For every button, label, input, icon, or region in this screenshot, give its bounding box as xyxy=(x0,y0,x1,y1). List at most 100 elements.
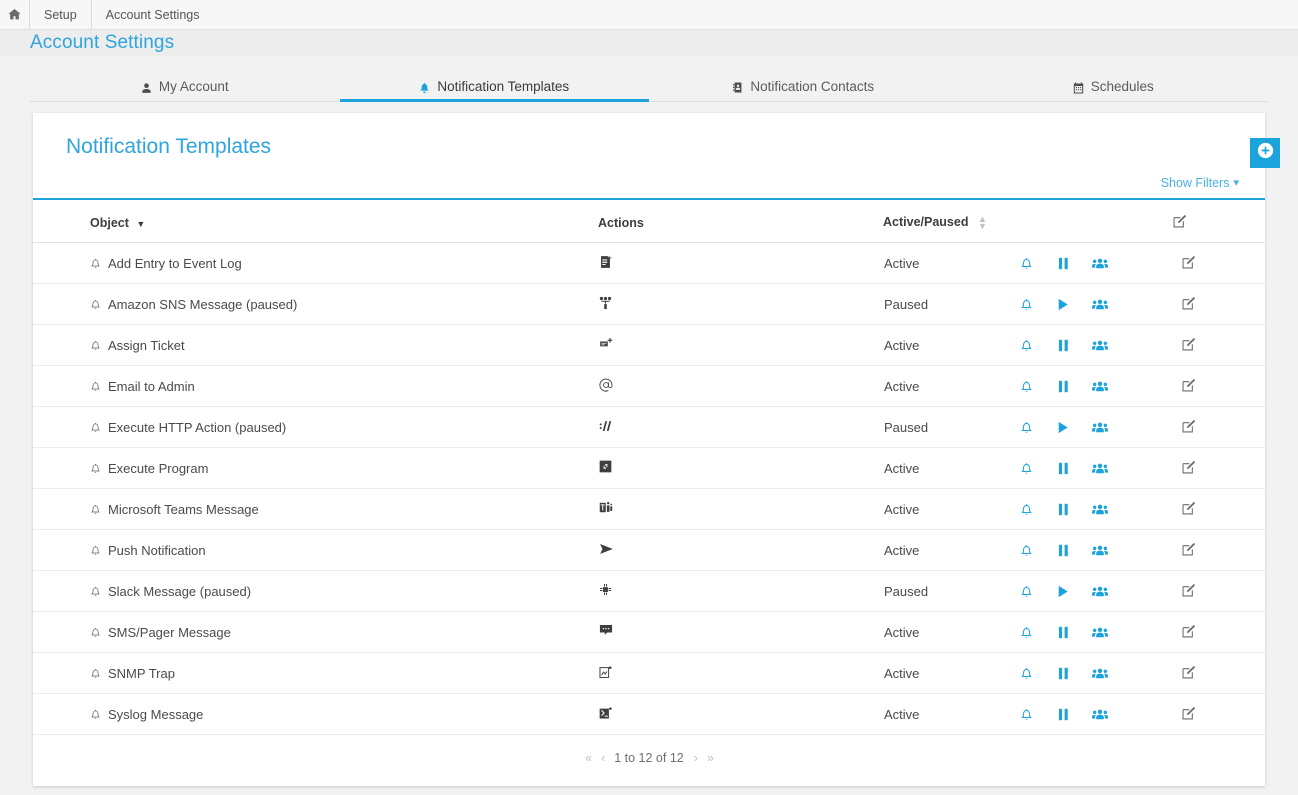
notify-bell-button[interactable] xyxy=(1015,252,1037,274)
recipients-group-button[interactable] xyxy=(1089,252,1111,274)
tab-schedules-label: Schedules xyxy=(1091,79,1154,94)
table-row[interactable]: SMS/Pager MessageActive xyxy=(33,612,1265,653)
pagination-prev-button[interactable]: ‹ xyxy=(601,751,604,765)
cell-edit xyxy=(1173,694,1265,735)
tab-notification-contacts[interactable]: Notification Contacts xyxy=(649,68,959,101)
column-header-object[interactable]: Object ▼ xyxy=(33,200,598,243)
table-row[interactable]: Execute ProgramActive xyxy=(33,448,1265,489)
at-sign-icon[interactable] xyxy=(599,378,613,392)
pagination-last-button[interactable]: » xyxy=(707,751,713,765)
ms-teams-icon[interactable] xyxy=(599,501,613,514)
pause-button[interactable] xyxy=(1052,539,1074,561)
table-row[interactable]: Email to AdminActive xyxy=(33,366,1265,407)
resume-button[interactable] xyxy=(1052,293,1074,315)
recipients-group-button[interactable] xyxy=(1089,334,1111,356)
bell-icon xyxy=(90,421,101,433)
recipients-group-button[interactable] xyxy=(1089,457,1111,479)
column-header-edit xyxy=(1173,200,1265,243)
edit-icon[interactable] xyxy=(1182,337,1196,351)
edit-icon[interactable] xyxy=(1182,706,1196,720)
snmp-trap-icon[interactable] xyxy=(599,665,612,679)
edit-icon[interactable] xyxy=(1182,665,1196,679)
pagination-first-button[interactable]: « xyxy=(585,751,591,765)
table-row[interactable]: Add Entry to Event LogActive xyxy=(33,243,1265,284)
amazon-sns-icon[interactable] xyxy=(599,296,612,310)
edit-icon[interactable] xyxy=(1182,583,1196,597)
pause-button[interactable] xyxy=(1052,662,1074,684)
send-arrow-icon[interactable] xyxy=(599,542,614,556)
edit-icon[interactable] xyxy=(1182,255,1196,269)
recipients-group-button[interactable] xyxy=(1089,703,1111,725)
bell-icon xyxy=(90,626,101,638)
table-row[interactable]: SNMP TrapActive xyxy=(33,653,1265,694)
recipients-group-button[interactable] xyxy=(1089,293,1111,315)
edit-icon[interactable] xyxy=(1182,378,1196,392)
slack-icon[interactable] xyxy=(599,583,612,596)
pause-button[interactable] xyxy=(1052,621,1074,643)
table-row[interactable]: Microsoft Teams MessageActive xyxy=(33,489,1265,530)
notify-bell-button[interactable] xyxy=(1015,334,1037,356)
resume-button[interactable] xyxy=(1052,580,1074,602)
pause-button[interactable] xyxy=(1052,457,1074,479)
column-header-active-paused[interactable]: Active/Paused ▲▼ xyxy=(883,200,1173,243)
recipients-group-button[interactable] xyxy=(1089,580,1111,602)
recipients-group-button[interactable] xyxy=(1089,375,1111,397)
gear-program-icon[interactable] xyxy=(599,460,612,473)
http-icon[interactable] xyxy=(599,419,614,433)
edit-icon[interactable] xyxy=(1182,624,1196,638)
edit-icon[interactable] xyxy=(1173,214,1187,228)
table-row[interactable]: Slack Message (paused)Paused xyxy=(33,571,1265,612)
status-badge: Active xyxy=(884,461,1015,476)
edit-icon[interactable] xyxy=(1182,296,1196,310)
tab-my-account[interactable]: My Account xyxy=(30,68,340,101)
sms-bubble-icon[interactable] xyxy=(599,624,613,637)
table-row[interactable]: Assign TicketActive xyxy=(33,325,1265,366)
pause-button[interactable] xyxy=(1052,334,1074,356)
notify-bell-button[interactable] xyxy=(1015,662,1037,684)
breadcrumb-item-setup[interactable]: Setup xyxy=(30,0,92,29)
table-row[interactable]: Syslog MessageActive xyxy=(33,694,1265,735)
recipients-group-button[interactable] xyxy=(1089,539,1111,561)
table-row[interactable]: Execute HTTP Action (paused)Paused xyxy=(33,407,1265,448)
edit-icon[interactable] xyxy=(1182,419,1196,433)
recipients-group-button[interactable] xyxy=(1089,662,1111,684)
event-log-icon[interactable] xyxy=(599,255,612,269)
tab-notification-templates[interactable]: Notification Templates xyxy=(340,68,650,101)
home-icon[interactable] xyxy=(0,0,30,29)
pagination-next-button[interactable]: › xyxy=(694,751,697,765)
table-row[interactable]: Amazon SNS Message (paused)Paused xyxy=(33,284,1265,325)
recipients-group-button[interactable] xyxy=(1089,498,1111,520)
recipients-group-button[interactable] xyxy=(1089,416,1111,438)
recipients-group-button[interactable] xyxy=(1089,621,1111,643)
syslog-icon[interactable] xyxy=(599,706,612,720)
pause-button[interactable] xyxy=(1052,703,1074,725)
notify-bell-button[interactable] xyxy=(1015,416,1037,438)
notify-bell-button[interactable] xyxy=(1015,457,1037,479)
edit-icon[interactable] xyxy=(1182,501,1196,515)
notify-bell-button[interactable] xyxy=(1015,621,1037,643)
pause-button[interactable] xyxy=(1052,498,1074,520)
notify-bell-button[interactable] xyxy=(1015,580,1037,602)
notify-bell-button[interactable] xyxy=(1015,293,1037,315)
show-filters-toggle[interactable]: Show Filters ▾ xyxy=(1161,176,1239,190)
notify-bell-button[interactable] xyxy=(1015,539,1037,561)
pause-button[interactable] xyxy=(1052,252,1074,274)
notify-bell-button[interactable] xyxy=(1015,703,1037,725)
tab-schedules[interactable]: Schedules xyxy=(959,68,1269,101)
add-template-button[interactable] xyxy=(1250,138,1280,168)
table-row[interactable]: Push NotificationActive xyxy=(33,530,1265,571)
address-book-icon xyxy=(733,81,743,94)
assign-ticket-icon[interactable] xyxy=(599,337,613,350)
notify-bell-button[interactable] xyxy=(1015,498,1037,520)
table-body: Add Entry to Event LogActiveAmazon SNS M… xyxy=(33,243,1265,735)
edit-icon[interactable] xyxy=(1182,542,1196,556)
tab-notification-templates-label: Notification Templates xyxy=(437,79,569,94)
pause-button[interactable] xyxy=(1052,375,1074,397)
cell-edit xyxy=(1173,571,1265,612)
edit-icon[interactable] xyxy=(1182,460,1196,474)
tab-my-account-label: My Account xyxy=(159,79,229,94)
breadcrumb-item-account-settings[interactable]: Account Settings xyxy=(92,0,214,29)
resume-button[interactable] xyxy=(1052,416,1074,438)
cell-active-paused: Paused xyxy=(883,407,1173,448)
notify-bell-button[interactable] xyxy=(1015,375,1037,397)
